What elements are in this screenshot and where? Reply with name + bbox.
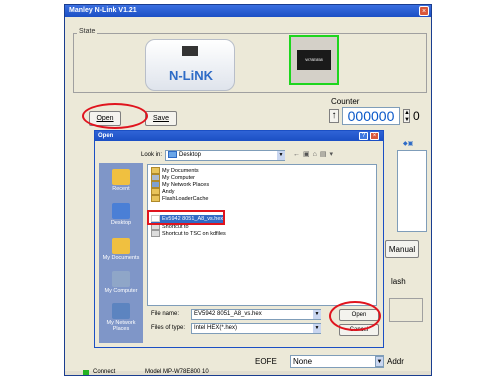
state-label: State	[77, 28, 98, 35]
device-led-panel	[182, 46, 198, 56]
state-group	[73, 33, 427, 93]
help-icon[interactable]: ?	[359, 132, 368, 140]
counter-digit: 0	[413, 109, 420, 123]
desktop-icon	[112, 203, 130, 219]
window-title: Manley N-Link V1.21	[65, 5, 431, 17]
save-icons[interactable]: ◆▣	[403, 140, 427, 148]
place-my-computer[interactable]: My Computer	[101, 271, 141, 294]
file-type-dropdown-icon[interactable]: ▼	[313, 324, 321, 333]
file-name-input[interactable]: EV5942 8051_A8_vs.hex	[191, 309, 321, 320]
counter-label: Counter	[331, 97, 360, 106]
dialog-title: Open	[95, 131, 383, 141]
list-item[interactable]: Shortcut to TSC on kdfiles	[151, 230, 226, 238]
connect-label: Connect	[93, 369, 116, 375]
list-item[interactable]: FlashLoaderCache	[151, 195, 208, 203]
counter-value: 000000	[342, 107, 400, 125]
place-desktop[interactable]: Desktop	[101, 203, 141, 226]
dialog-open-highlight	[329, 301, 381, 331]
save-button[interactable]: Save	[145, 111, 177, 126]
file-type-label: Files of type:	[151, 325, 186, 331]
file-name: FlashLoaderCache	[162, 196, 209, 202]
folder-icon	[151, 188, 160, 196]
connect-led-icon	[83, 370, 89, 375]
addr-label: Addr	[387, 357, 404, 366]
network-icon	[151, 181, 160, 189]
network-places-icon	[112, 303, 130, 319]
open-button-highlight	[82, 103, 148, 129]
desktop-small-icon	[168, 151, 177, 158]
right-list[interactable]	[397, 150, 427, 232]
model-label: Model MP-W78E800 10	[145, 369, 209, 375]
file-type-select[interactable]: Intel HEX(*.hex)	[191, 323, 321, 334]
place-my-documents[interactable]: My Documents	[101, 238, 141, 261]
place-label: My Network Places	[106, 320, 136, 332]
chip-label: W78E858	[297, 50, 331, 70]
device-brand: N-LiNK	[168, 68, 214, 83]
place-network[interactable]: My Network Places	[101, 303, 141, 332]
look-in-select[interactable]: Desktop	[165, 150, 285, 161]
recent-icon	[112, 169, 130, 185]
close-icon[interactable]: ×	[419, 6, 429, 16]
folder-icon	[151, 167, 160, 175]
place-label: Desktop	[110, 220, 132, 226]
counter-up-button[interactable]: ↑	[329, 109, 339, 123]
dialog-close-icon[interactable]: ×	[370, 132, 379, 140]
status-bar: Connect Model MP-W78E800 10	[65, 369, 431, 375]
eofe-dropdown-icon[interactable]: ▼	[375, 356, 384, 367]
look-in-label: Look in:	[141, 152, 163, 158]
shortcut-icon	[151, 230, 160, 238]
dialog-toolbar-icons[interactable]: ←▣⌂▤▾	[293, 150, 336, 158]
place-label: Recent	[112, 186, 130, 192]
n-link-device: N-LiNK	[145, 39, 235, 91]
counter-spinner[interactable]: ▲ ▼	[403, 109, 410, 123]
file-name-label: File name:	[151, 311, 180, 317]
computer-icon	[151, 174, 160, 182]
my-documents-icon	[112, 238, 130, 254]
place-label: My Documents	[102, 255, 140, 261]
look-in-value: Desktop	[179, 152, 202, 159]
flash-button[interactable]: lash	[391, 277, 406, 286]
folder-icon	[151, 195, 160, 203]
file-list[interactable]: My Documents My Computer My Network Plac…	[147, 164, 377, 306]
my-computer-icon	[112, 271, 130, 287]
right-option-box	[389, 298, 423, 322]
place-label: My Computer	[104, 288, 138, 294]
eofe-label: EOFE	[255, 357, 277, 366]
file-name: Shortcut to TSC on kdfiles	[162, 231, 226, 237]
place-recent[interactable]: Recent	[101, 169, 141, 192]
manual-button[interactable]: Manual	[385, 240, 419, 258]
look-in-dropdown-icon[interactable]: ▼	[277, 151, 285, 160]
eofe-select[interactable]: None	[290, 355, 384, 368]
chip-indicator: W78E858	[289, 35, 339, 85]
selected-file-highlight	[147, 210, 225, 225]
file-name-dropdown-icon[interactable]: ▼	[313, 310, 321, 319]
places-bar: Recent Desktop My Documents My Computer …	[99, 163, 143, 343]
